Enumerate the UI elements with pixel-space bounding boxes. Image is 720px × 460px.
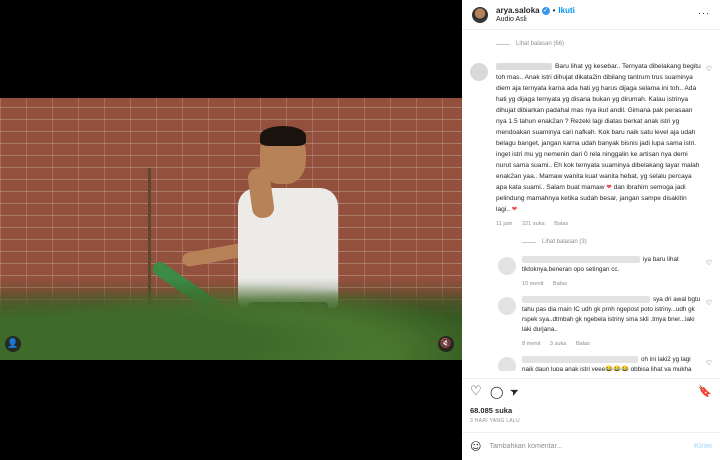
follow-button[interactable]: Ikuti	[558, 6, 574, 15]
reply-comment: iya baru lihat tiktoknya.beneran opo set…	[462, 255, 720, 287]
share-send-icon[interactable]: ➤	[507, 384, 521, 401]
username-link[interactable]: arya.saloka	[496, 6, 540, 15]
commenter-avatar[interactable]	[498, 297, 516, 315]
reel-video[interactable]: 👤 🔇	[0, 98, 462, 360]
reply-time: 8 menit	[522, 341, 541, 347]
avatar[interactable]	[472, 6, 488, 23]
view-replies-button[interactable]: Lihat balasan (66)	[496, 35, 720, 53]
reply-button[interactable]: Balas	[576, 341, 590, 347]
red-heart-emoji: ❤	[511, 205, 518, 213]
reply-meta: 8 menit 3 suka Balas	[522, 341, 702, 347]
reply-text: oh ini laki2 yg lagi naik daun lupa anak…	[522, 355, 702, 371]
divider-line	[496, 43, 510, 45]
like-comment-icon[interactable]: ♡	[706, 299, 712, 307]
post-header: arya.saloka ✓ • Ikuti Audio Asli ···	[462, 0, 720, 30]
bookmark-icon[interactable]: 🔖	[698, 385, 712, 399]
separator-dot: •	[552, 6, 556, 15]
redacted-username	[522, 255, 640, 263]
like-comment-icon[interactable]: ♡	[706, 259, 712, 267]
emoji-icon[interactable]: ☺	[470, 440, 481, 453]
comment-body-part-1: Baru lihat yg kesebar.. Ternyata dibelak…	[496, 63, 701, 191]
reply-time: 10 menit	[522, 281, 544, 287]
reply-button[interactable]: Balas	[554, 221, 568, 227]
comments-list[interactable]: Lihat balasan (66) Baru lihat yg kesebar…	[462, 31, 720, 371]
redacted-username	[522, 355, 638, 363]
post-panel: arya.saloka ✓ • Ikuti Audio Asli ··· Lih…	[462, 0, 720, 460]
commenter-avatar[interactable]	[498, 357, 516, 371]
commenter-avatar[interactable]	[498, 257, 516, 275]
comment-time: 11 jam	[496, 221, 513, 227]
reply-meta: 10 menit Balas	[522, 281, 702, 287]
divider-line	[522, 241, 536, 243]
like-heart-icon[interactable]: ♡	[470, 385, 482, 399]
comment-bubble-icon[interactable]: ◯	[490, 385, 503, 399]
view-replies-button[interactable]: Lihat balasan (3)	[522, 233, 720, 251]
mute-icon[interactable]: 🔇	[438, 336, 454, 352]
comment-likes[interactable]: 221 suka	[522, 221, 545, 227]
post-date: 3 HARI YANG LALU	[470, 418, 520, 424]
reply-button[interactable]: Balas	[553, 281, 567, 287]
tagged-user-icon[interactable]: 👤	[5, 336, 21, 352]
reply-comment: oh ini laki2 yg lagi naik daun lupa anak…	[462, 355, 720, 371]
redacted-username	[522, 295, 650, 303]
verified-badge-icon: ✓	[541, 6, 550, 15]
like-comment-icon[interactable]: ♡	[706, 65, 712, 73]
likes-count[interactable]: 68.085 suka	[470, 406, 512, 415]
redacted-username	[496, 62, 552, 70]
like-comment-icon[interactable]: ♡	[706, 359, 712, 367]
action-bar: ♡ ◯ ➤ 🔖	[462, 378, 720, 404]
view-replies-label: Lihat balasan (3)	[542, 239, 587, 245]
hair	[260, 126, 306, 146]
view-replies-label: Lihat balasan (66)	[516, 41, 565, 47]
reply-text: sya dri awal bgtu tahu pas dia main IC u…	[522, 295, 702, 335]
audio-link[interactable]: Audio Asli	[496, 16, 575, 23]
more-options-icon[interactable]: ···	[698, 8, 710, 18]
comment: Baru lihat yg kesebar.. Ternyata dibelak…	[462, 61, 720, 227]
comment-text: Baru lihat yg kesebar.. Ternyata dibelak…	[496, 61, 702, 215]
reply-text: iya baru lihat tiktoknya.beneran opo set…	[522, 255, 702, 275]
comment-meta: 11 jam 221 suka Balas	[496, 221, 702, 227]
post-comment-button[interactable]: Kirim	[694, 443, 712, 450]
commenter-avatar[interactable]	[470, 63, 488, 81]
comment-composer: ☺ Kirim	[462, 432, 720, 460]
media-pane: 👤 🔇	[0, 0, 462, 460]
header-text: arya.saloka ✓ • Ikuti Audio Asli	[496, 6, 575, 23]
plants	[0, 278, 462, 360]
reply-likes[interactable]: 3 suka	[550, 341, 566, 347]
comment-input[interactable]	[489, 443, 695, 450]
reply-comment: sya dri awal bgtu tahu pas dia main IC u…	[462, 295, 720, 347]
